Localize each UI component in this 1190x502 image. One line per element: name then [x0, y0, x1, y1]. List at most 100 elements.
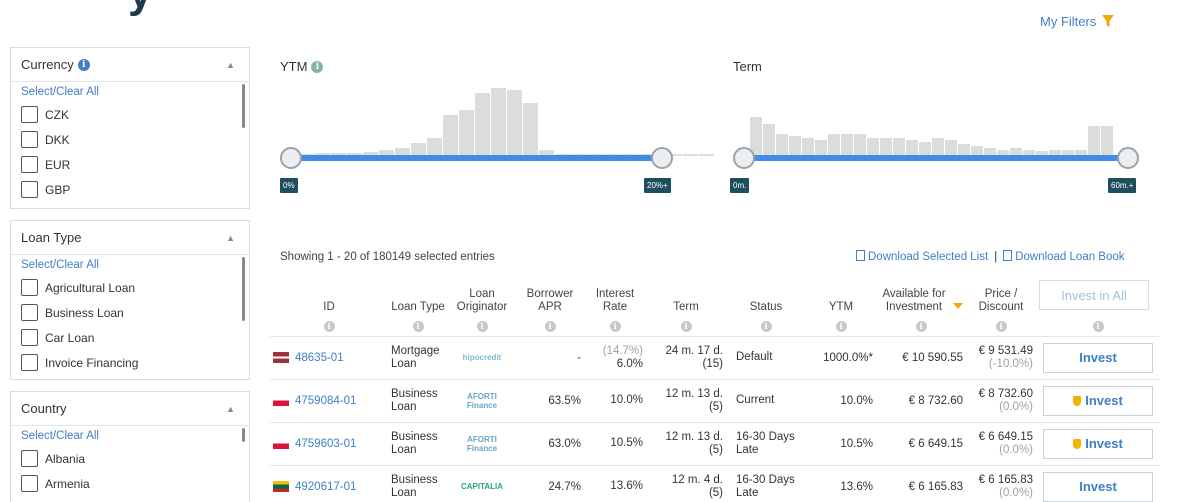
loan-type-cell: Business Loan — [388, 379, 448, 423]
header-status[interactable]: Status — [726, 276, 806, 314]
option-label: Agricultural Loan — [45, 280, 136, 295]
term-payments: (5) — [708, 486, 723, 499]
header-ytm[interactable]: YTM — [806, 276, 876, 314]
scrollbar[interactable] — [242, 428, 245, 442]
originator-logo: hipocredit — [448, 336, 516, 380]
price-value: € 9 531.49 — [978, 344, 1033, 357]
info-icon[interactable]: i — [388, 314, 448, 337]
apr-cell: - — [516, 336, 584, 380]
scrollbar[interactable] — [242, 257, 245, 321]
ytm-max-handle[interactable] — [651, 147, 673, 169]
download-selected-link[interactable]: Download Selected List — [856, 250, 988, 263]
term-cell: 12 m. 4 d. (5) — [646, 465, 726, 502]
header-apr[interactable]: Borrower APR — [516, 276, 584, 314]
term-slider-track[interactable] — [744, 155, 1128, 161]
checkbox[interactable] — [21, 106, 38, 123]
info-icon[interactable]: i — [448, 314, 516, 337]
invest-button[interactable]: Invest — [1043, 342, 1153, 373]
invest-button[interactable]: Invest — [1043, 385, 1153, 416]
table-row[interactable]: 4759603-01 Business Loan AFORTI Finance … — [270, 422, 1160, 466]
info-icon[interactable]: i — [1036, 314, 1160, 337]
checkbox[interactable] — [21, 156, 38, 173]
chevron-up-icon[interactable]: ▲ — [226, 233, 235, 243]
my-filters-link[interactable]: My Filters — [1040, 14, 1115, 29]
histogram-bar — [475, 93, 490, 156]
loan-id-link[interactable]: 48635-01 — [273, 352, 385, 364]
checkbox[interactable] — [21, 181, 38, 198]
info-icon[interactable]: i — [646, 314, 726, 337]
ytm-slider-track[interactable] — [291, 155, 663, 161]
chevron-up-icon[interactable]: ▲ — [226, 60, 235, 70]
price-value: € 8 732.60 — [978, 387, 1033, 400]
price-value: € 6 649.15 — [978, 430, 1033, 443]
header-available-text: Available for Investment — [882, 288, 946, 313]
header-originator[interactable]: Loan Originator — [448, 276, 516, 314]
currency-filter-header[interactable]: Currency i ▲ — [11, 48, 249, 82]
info-icon[interactable]: i — [77, 58, 90, 71]
table-row[interactable]: 4920617-01 Business Loan CAPITALIA 24.7%… — [270, 465, 1160, 502]
term-min-handle[interactable] — [733, 147, 755, 169]
checkbox[interactable] — [21, 131, 38, 148]
histogram-bar — [919, 142, 931, 156]
loan-type-filter-header[interactable]: Loan Type ▲ — [11, 221, 249, 255]
invest-button[interactable]: Invest — [1043, 471, 1153, 502]
checkbox[interactable] — [21, 450, 38, 467]
currency-option-gbp[interactable]: GBP — [21, 177, 239, 202]
header-price-text: Price / Discount — [978, 288, 1024, 313]
invest-button[interactable]: Invest — [1043, 428, 1153, 459]
info-icon[interactable]: i — [966, 314, 1036, 337]
currency-select-all[interactable]: Select/Clear All — [21, 86, 239, 98]
loan-id-link[interactable]: 4759084-01 — [273, 395, 385, 407]
table-row[interactable]: 4759084-01 Business Loan AFORTI Finance … — [270, 379, 1160, 423]
loan-type-cell: Business Loan — [388, 422, 448, 466]
info-icon[interactable]: i — [516, 314, 584, 337]
country-select-all[interactable]: Select/Clear All — [21, 430, 239, 442]
checkbox[interactable] — [21, 475, 38, 492]
header-term[interactable]: Term — [646, 276, 726, 314]
checkbox[interactable] — [21, 329, 38, 346]
download-book-link[interactable]: Download Loan Book — [1003, 250, 1125, 263]
header-id[interactable]: ID — [270, 276, 388, 314]
loan-type-filter: Loan Type ▲ Select/Clear All Agricultura… — [10, 220, 250, 380]
country-option-albania[interactable]: Albania — [21, 446, 239, 471]
info-icon[interactable]: i — [726, 314, 806, 337]
country-filter-header[interactable]: Country ▲ — [11, 392, 249, 426]
loan-id-link[interactable]: 4920617-01 — [273, 481, 385, 493]
currency-option-eur[interactable]: EUR — [21, 152, 239, 177]
ytm-min-handle[interactable] — [280, 147, 302, 169]
scrollbar[interactable] — [242, 84, 245, 128]
currency-option-czk[interactable]: CZK — [21, 102, 239, 127]
available-cell: € 6 165.83 — [876, 465, 966, 502]
info-icon[interactable]: i — [311, 60, 324, 73]
checkbox[interactable] — [21, 354, 38, 371]
loan-type-option-car[interactable]: Car Loan — [21, 325, 239, 350]
option-label: Armenia — [45, 476, 90, 491]
header-available[interactable]: Available for Investment — [876, 276, 966, 314]
info-icon[interactable]: i — [270, 314, 388, 337]
discount-value: (0.0%) — [999, 486, 1033, 499]
apr-cell: 63.5% — [516, 379, 584, 423]
checkbox[interactable] — [21, 279, 38, 296]
invest-in-all-button[interactable]: Invest in All — [1039, 280, 1149, 310]
originator-logo: AFORTI Finance — [448, 379, 516, 423]
info-icon[interactable]: i — [876, 314, 966, 337]
available-cell: € 6 649.15 — [876, 422, 966, 466]
download-book-label: Download Loan Book — [1015, 251, 1125, 263]
currency-option-dkk[interactable]: DKK — [21, 127, 239, 152]
country-option-armenia[interactable]: Armenia — [21, 471, 239, 496]
loan-type-option-agricultural[interactable]: Agricultural Loan — [21, 275, 239, 300]
info-icon[interactable]: i — [584, 314, 646, 337]
info-icon[interactable]: i — [806, 314, 876, 337]
term-max-tag: 60m.+ — [1108, 178, 1137, 193]
loan-type-select-all[interactable]: Select/Clear All — [21, 259, 239, 271]
table-row[interactable]: 48635-01 Mortgage Loan hipocredit - (14.… — [270, 336, 1160, 380]
loan-id-link[interactable]: 4759603-01 — [273, 438, 385, 450]
term-max-handle[interactable] — [1117, 147, 1139, 169]
checkbox[interactable] — [21, 304, 38, 321]
header-rate[interactable]: Interest Rate — [584, 276, 646, 314]
loan-type-option-business[interactable]: Business Loan — [21, 300, 239, 325]
chevron-up-icon[interactable]: ▲ — [226, 404, 235, 414]
header-loan-type[interactable]: Loan Type — [388, 276, 448, 314]
loan-type-option-invoice[interactable]: Invoice Financing — [21, 350, 239, 375]
header-price[interactable]: Price / Discount — [966, 276, 1036, 314]
